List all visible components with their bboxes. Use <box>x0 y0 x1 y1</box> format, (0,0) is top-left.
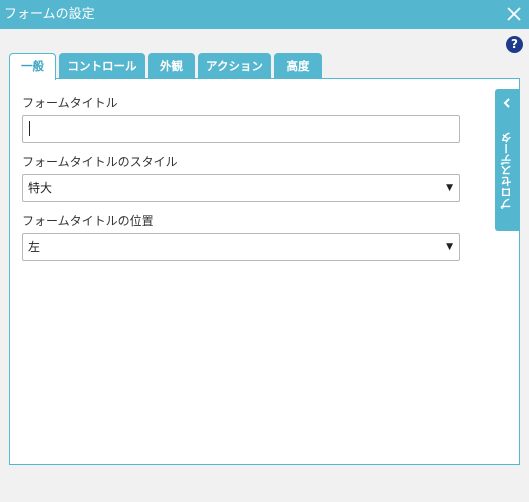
form-title-position-value: 左 <box>28 240 41 254</box>
form-title-position-select[interactable]: 左 ▼ <box>22 233 460 261</box>
text-cursor <box>29 121 30 136</box>
process-data-label: プロセスデータ <box>500 132 513 210</box>
form-title-style-value: 特大 <box>28 181 53 195</box>
tab-controls[interactable]: コントロール <box>59 53 145 79</box>
help-button[interactable]: ? <box>506 36 523 53</box>
form-title-style-label: フォームタイトルのスタイル <box>22 155 178 169</box>
settings-panel: フォームタイトル フォームタイトルのスタイル 特大 ▼ フォームタイトルの位置 … <box>9 78 520 465</box>
tab-advanced[interactable]: 高度 <box>274 53 322 79</box>
form-title-style-select[interactable]: 特大 ▼ <box>22 174 460 202</box>
tab-actions[interactable]: アクション <box>198 53 271 79</box>
dialog-title: フォームの設定 <box>4 7 95 22</box>
dropdown-arrow-icon: ▼ <box>446 242 453 252</box>
dropdown-arrow-icon: ▼ <box>446 183 453 193</box>
dialog-titlebar: フォームの設定 <box>0 0 529 29</box>
tab-general[interactable]: 一般 <box>9 53 56 80</box>
form-title-input[interactable] <box>22 115 460 143</box>
tab-appearance[interactable]: 外観 <box>148 53 195 79</box>
form-title-label: フォームタイトル <box>22 96 118 110</box>
form-title-input-wrapper <box>22 115 460 143</box>
chevron-left-icon <box>503 98 510 108</box>
form-title-position-label: フォームタイトルの位置 <box>22 214 154 228</box>
close-icon[interactable] <box>505 5 523 23</box>
process-data-side-tab[interactable]: プロセスデータ <box>495 89 519 231</box>
close-button[interactable] <box>505 5 523 23</box>
